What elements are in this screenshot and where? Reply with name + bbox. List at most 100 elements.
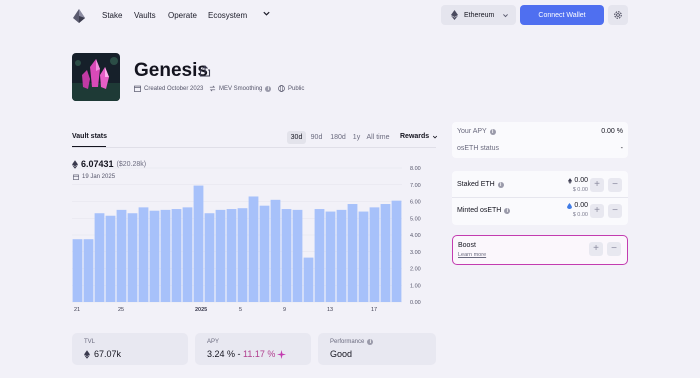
x-tick-label: 5 <box>239 307 242 313</box>
period-180d[interactable]: 180d <box>327 131 349 144</box>
swap-icon <box>209 85 216 92</box>
chart-bar <box>116 209 127 302</box>
vault-visibility-text: Public <box>288 85 305 92</box>
ethereum-icon <box>84 349 90 359</box>
nav-operate[interactable]: Operate <box>168 11 197 20</box>
gear-icon <box>614 11 622 19</box>
ethereum-icon <box>451 10 458 20</box>
chart-bar <box>94 213 105 302</box>
period-30d[interactable]: 30d <box>287 131 306 144</box>
vault-created-text: Created October 2023 <box>144 85 204 92</box>
mint-plus-button[interactable]: + <box>590 204 604 218</box>
calendar-icon <box>73 174 79 180</box>
x-tick-label: 25 <box>118 307 124 313</box>
share-icon[interactable] <box>199 65 211 77</box>
crystal-image <box>72 53 120 101</box>
period-1y[interactable]: 1y <box>350 131 363 144</box>
vault-smoothing-text: MEV Smoothing <box>219 85 263 92</box>
info-icon[interactable]: i <box>489 128 496 135</box>
globe-icon <box>278 85 285 92</box>
connect-wallet-button[interactable]: Connect Wallet <box>520 5 604 25</box>
info-icon[interactable]: i <box>367 339 374 345</box>
x-tick-label: 2025 <box>195 307 207 313</box>
tvl-card: TVL 67.07k <box>72 333 188 365</box>
chevron-down-icon <box>433 135 438 138</box>
rewards-dropdown[interactable]: Rewards <box>400 133 438 140</box>
usd-amount: ($20.28k) <box>116 160 147 168</box>
ethereum-icon <box>72 159 78 169</box>
x-tick-label: 17 <box>371 307 377 313</box>
y-tick-label: 5.00 <box>410 216 421 222</box>
chart-bar <box>347 204 358 302</box>
nav-vaults[interactable]: Vaults <box>134 11 156 20</box>
tab-vault-stats[interactable]: Vault stats <box>72 133 107 140</box>
info-icon[interactable]: i <box>265 85 272 92</box>
nav-stake[interactable]: Stake <box>102 11 122 20</box>
vault-stats-chart: 0.00 1.00 2.00 3.00 4.00 5.00 6.00 7.00 8.00 21 25… <box>72 166 421 313</box>
y-tick-label: 4.00 <box>410 233 421 239</box>
x-tick-label: 21 <box>74 307 80 313</box>
stake-minus-button[interactable]: − <box>608 178 622 192</box>
x-tick-label: 9 <box>283 307 286 313</box>
chart-bar <box>149 210 160 302</box>
info-icon[interactable]: i <box>504 207 511 214</box>
vault-avatar <box>72 53 120 101</box>
apy-value: 3.24 % - 11.17 % <box>207 349 287 359</box>
vault-title: Genesis <box>134 60 208 81</box>
period-90d[interactable]: 90d <box>307 131 326 144</box>
chart-date: 19 Jan 2025 <box>73 174 115 180</box>
nav-ecosystem[interactable]: Ecosystem <box>208 11 247 20</box>
performance-card: Performance i Good <box>318 333 436 365</box>
chart-bar <box>72 239 83 302</box>
chart-bar <box>336 209 347 302</box>
chart-bar <box>226 209 237 302</box>
chart-bar <box>380 204 391 302</box>
mint-minus-button[interactable]: − <box>608 204 622 218</box>
boost-panel: Boost Learn more + − <box>452 235 628 265</box>
info-icon[interactable]: i <box>497 181 504 188</box>
apy-range: 11.17 % <box>243 349 276 359</box>
boost-minus-button[interactable]: − <box>607 242 621 256</box>
chart-bar <box>105 215 116 302</box>
y-tick-label: 8.00 <box>410 166 421 172</box>
chart-bar <box>171 209 182 302</box>
learn-more-link[interactable]: Learn more <box>458 252 486 258</box>
your-apy-value: 0.00 % <box>601 128 623 135</box>
network-selector[interactable]: Ethereum <box>441 5 516 25</box>
stake-plus-button[interactable]: + <box>590 178 604 192</box>
position-panel: Staked ETH i 0.00 $ 0.00 + − Minted osET… <box>452 171 628 225</box>
network-label: Ethereum <box>464 11 495 19</box>
chart-bar <box>281 209 292 302</box>
settings-button[interactable] <box>608 5 628 25</box>
oseth-status-label: osETH status <box>457 145 500 152</box>
y-tick-label: 6.00 <box>410 200 421 206</box>
y-tick-label: 1.00 <box>410 283 421 289</box>
ethereum-icon <box>568 177 573 184</box>
eth-amount: 6.07431 <box>81 159 114 169</box>
stakewise-logo[interactable] <box>72 9 86 23</box>
y-tick-label: 2.00 <box>410 267 421 273</box>
performance-label: Performance <box>330 339 365 345</box>
vault-created: Created October 2023 <box>134 85 203 92</box>
staked-amount: 0.00 $ 0.00 <box>568 177 588 193</box>
chart-bar <box>292 209 303 302</box>
y-tick-label: 0.00 <box>410 300 421 306</box>
sparkle-icon <box>277 349 287 359</box>
minted-amount: 0.00 $ 0.00 <box>567 202 588 218</box>
boost-label: Boost <box>458 242 476 249</box>
period-all-time[interactable]: All time <box>364 131 392 144</box>
your-apy-label: Your APY <box>457 128 487 135</box>
performance-label-wrap: Performance i <box>330 339 374 345</box>
chart-bar <box>182 207 193 302</box>
tvl-value: 67.07k <box>84 349 121 359</box>
y-tick-label: 3.00 <box>410 250 421 256</box>
chevron-down-icon[interactable] <box>262 9 271 18</box>
chart-bar <box>248 196 259 302</box>
chart-bar <box>325 211 336 302</box>
chart-bar <box>215 209 226 302</box>
boost-plus-button[interactable]: + <box>589 242 603 256</box>
chart-bar <box>83 239 94 302</box>
chart-bar <box>193 185 204 302</box>
chart-bar <box>391 200 402 302</box>
apy-separator: - <box>235 349 244 359</box>
